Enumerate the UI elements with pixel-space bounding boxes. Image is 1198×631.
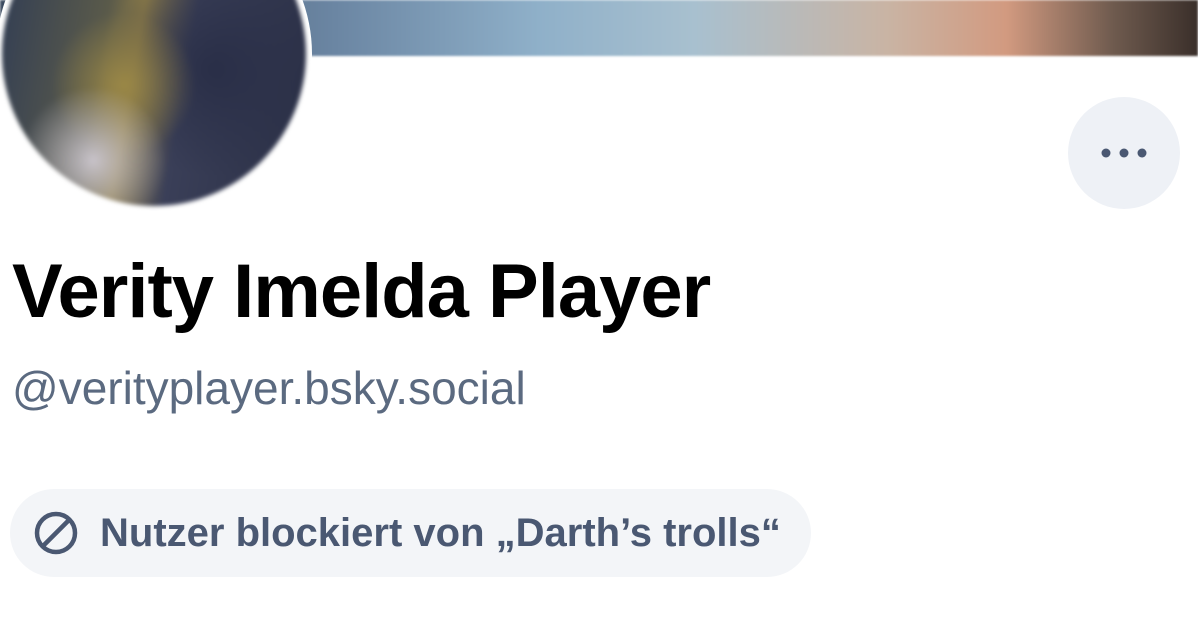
- ellipsis-icon: [1101, 148, 1147, 158]
- profile-page: Verity Imelda Player @verityplayer.bsky.…: [0, 0, 1198, 631]
- blocked-by-list-badge[interactable]: Nutzer blockiert von „Darth’s trolls“: [10, 489, 811, 577]
- avatar[interactable]: [0, 0, 312, 212]
- user-handle: @verityplayer.bsky.social: [12, 362, 526, 414]
- display-name: Verity Imelda Player: [12, 249, 711, 334]
- avatar-image: [2, 0, 306, 206]
- more-options-button[interactable]: [1068, 97, 1180, 209]
- block-icon: [32, 509, 80, 557]
- block-notice-text: Nutzer blockiert von „Darth’s trolls“: [100, 511, 781, 555]
